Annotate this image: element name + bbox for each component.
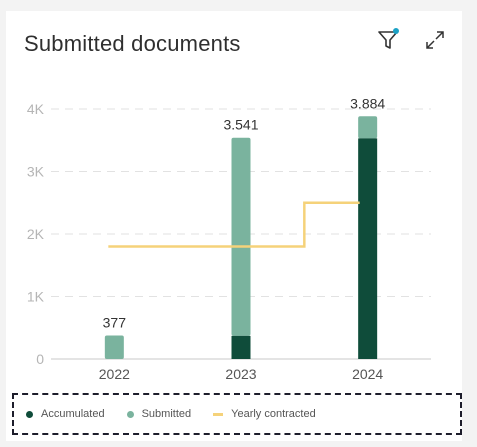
legend-submitted-label: Submitted bbox=[141, 408, 192, 420]
x-tick-label: 2022 bbox=[99, 366, 130, 382]
y-tick-label: 1K bbox=[27, 289, 45, 305]
bar-data-label: 3.541 bbox=[223, 117, 258, 133]
bar-chart: 0 1K 2K 3K 4K 377 2022 3.541 2023 3.884 2024 bbox=[27, 95, 431, 382]
legend-yearly-contracted-marker bbox=[213, 412, 224, 416]
bar-submitted bbox=[358, 116, 378, 139]
legend-accumulated-marker bbox=[26, 410, 33, 418]
chart-legend: Accumulated Submitted Yearly contracted bbox=[12, 393, 462, 435]
legend-item-submitted[interactable]: Submitted bbox=[126, 408, 192, 420]
y-tick-label: 3K bbox=[27, 164, 45, 180]
x-tick-label: 2024 bbox=[352, 366, 383, 382]
bar-data-label: 3.884 bbox=[350, 95, 385, 111]
x-tick-label: 2023 bbox=[225, 366, 256, 382]
y-tick-label: 2K bbox=[27, 226, 45, 242]
bar-data-label: 377 bbox=[103, 314, 127, 330]
legend-yearly-contracted-label: Yearly contracted bbox=[231, 408, 316, 420]
bar-submitted bbox=[104, 335, 124, 359]
y-tick-label: 0 bbox=[36, 351, 44, 367]
bar-accumulated bbox=[231, 335, 251, 359]
legend-accumulated-label: Accumulated bbox=[41, 408, 105, 420]
chart-card: Submitted documents 0 1K 2K 3K 4K 377 2022 3.54… bbox=[6, 11, 462, 441]
legend-item-accumulated[interactable]: Accumulated bbox=[26, 408, 105, 420]
legend-item-yearly-contracted[interactable]: Yearly contracted bbox=[213, 408, 316, 420]
bar-submitted bbox=[231, 137, 251, 336]
legend-submitted-marker bbox=[126, 410, 134, 418]
y-tick-label: 4K bbox=[27, 101, 45, 117]
bar-accumulated bbox=[358, 138, 378, 359]
